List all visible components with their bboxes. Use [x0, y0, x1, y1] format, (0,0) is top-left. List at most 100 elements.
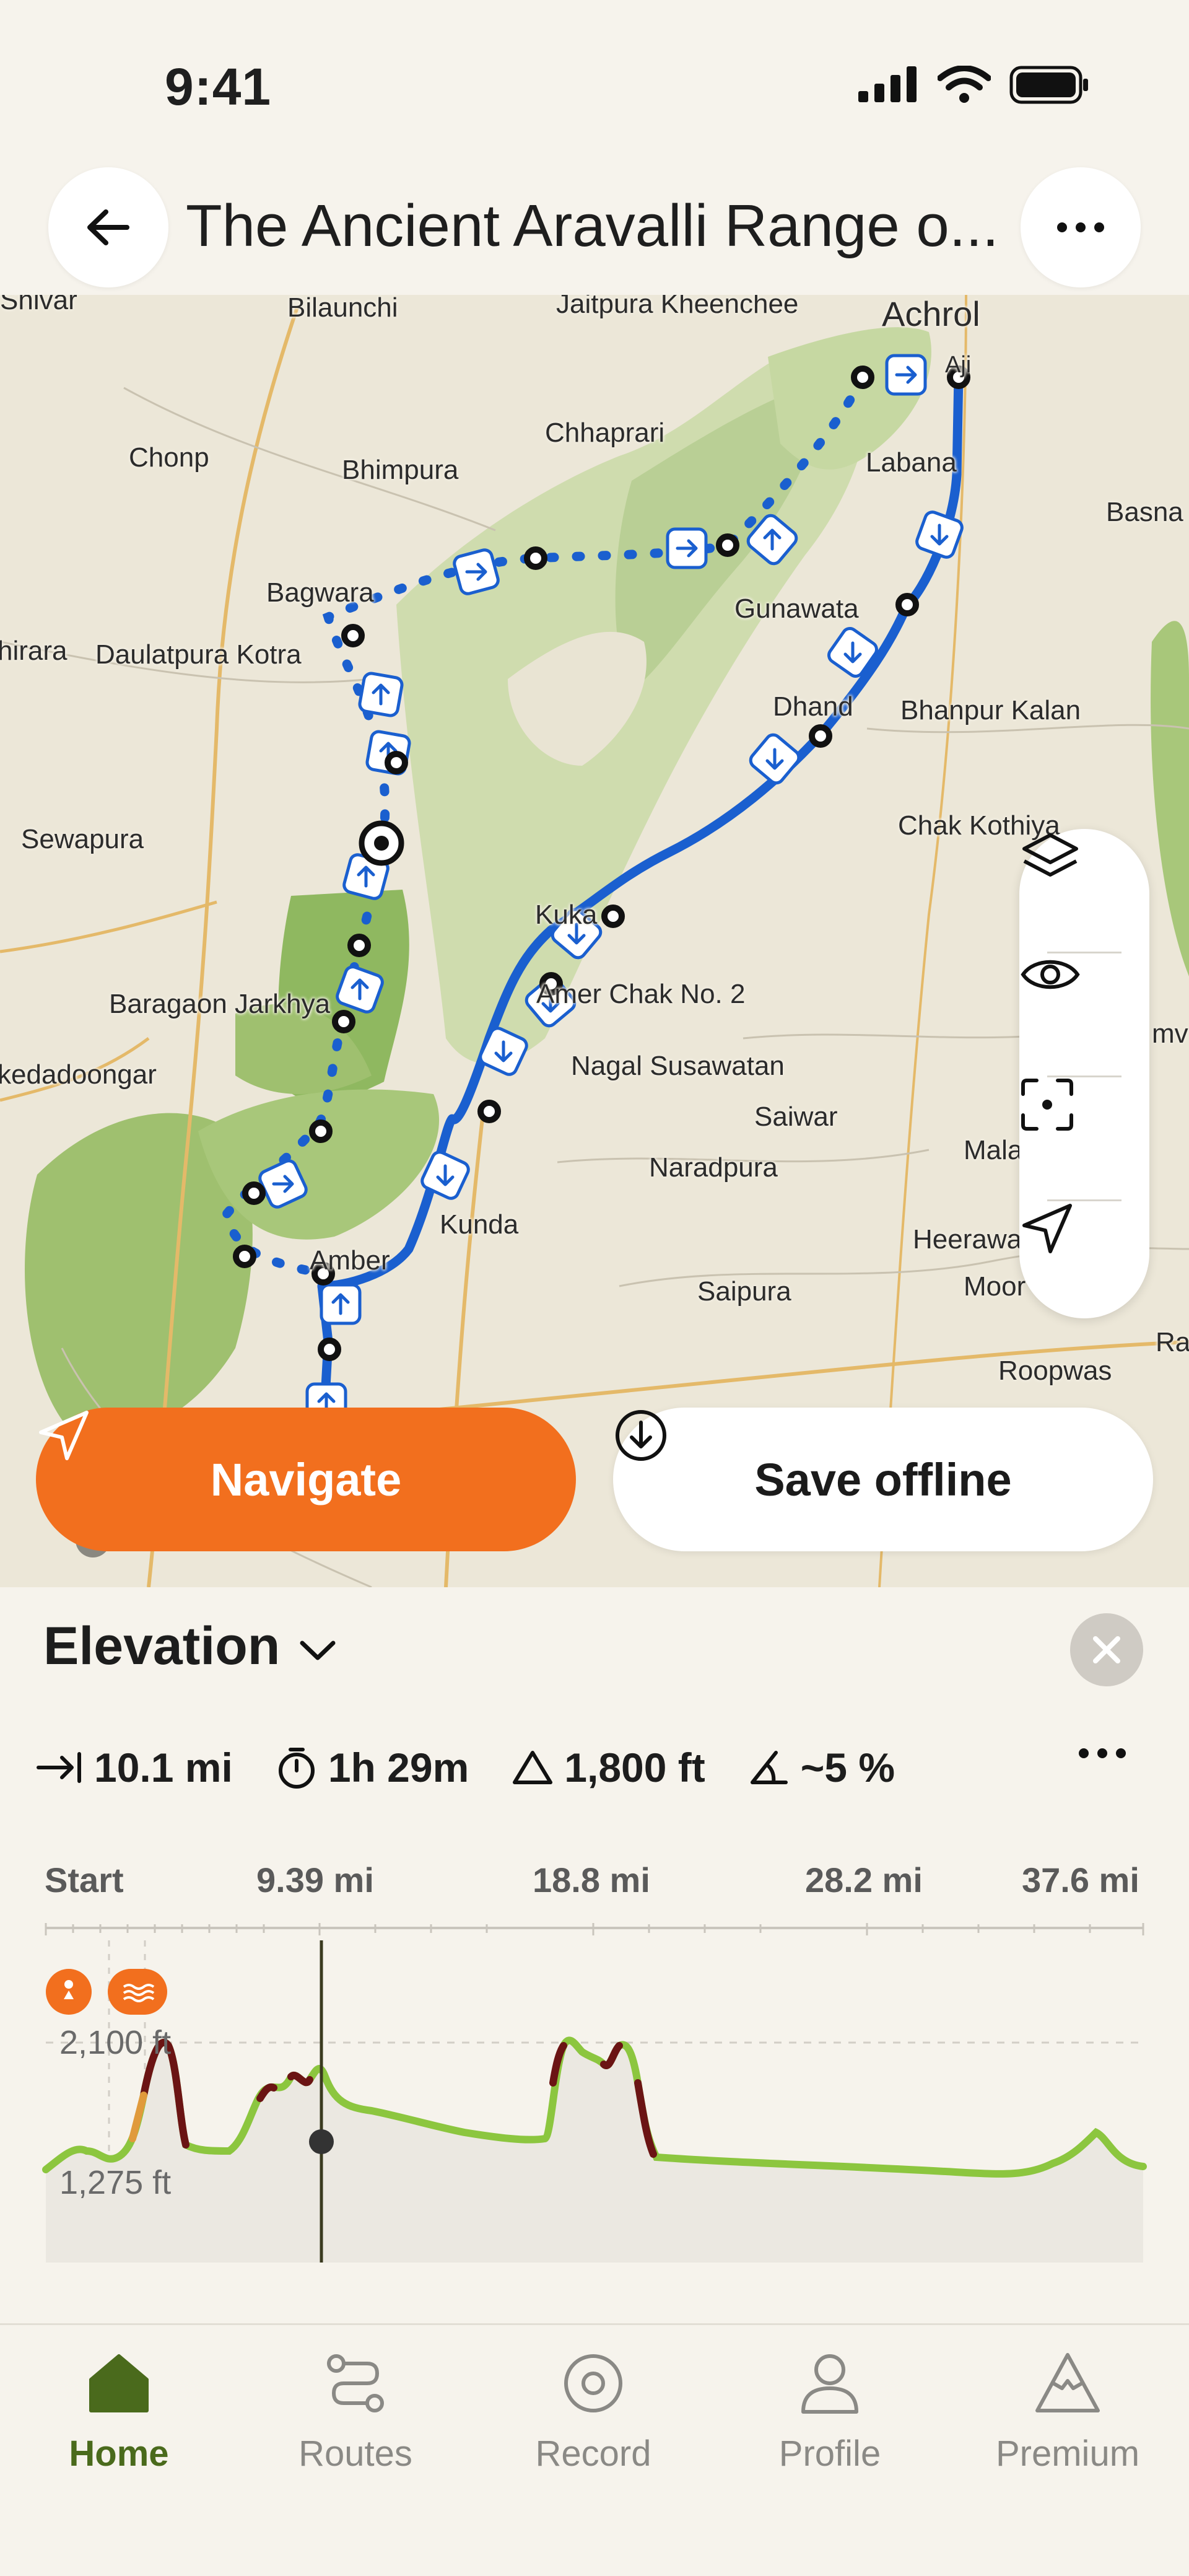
save-offline-label: Save offline	[754, 1453, 1012, 1505]
map-controls	[1019, 829, 1149, 1318]
back-button[interactable]	[48, 167, 168, 287]
elevation-panel: Elevation 10.1 mi 1h 29m 1,800 ft ~5 % S…	[0, 1587, 1189, 2323]
map-place-label: Sewapura	[21, 824, 144, 854]
tab-profile-label: Profile	[778, 2434, 881, 2474]
header: The Ancient Aravalli Range o...	[0, 167, 1189, 295]
mountain-peak-icon	[1035, 2353, 1100, 2412]
elevation-min-label: 1,275 ft	[59, 2164, 172, 2201]
map-place-label: kedadoongar	[0, 1059, 157, 1090]
map-view[interactable]: Shivar Bilaunchi Jaitpura Kheenchee Achr…	[0, 295, 1189, 1587]
map-place-label: Nagal Susawatan	[571, 1051, 785, 1081]
focus-frame-icon	[1021, 1079, 1073, 1131]
layers-icon	[1022, 833, 1078, 877]
tab-routes[interactable]: Routes	[263, 2351, 448, 2474]
map-place-label: Jaitpura Kheenchee	[556, 295, 799, 319]
tab-premium[interactable]: Premium	[975, 2351, 1161, 2474]
hiker-icon	[64, 1980, 74, 1999]
close-elevation-button[interactable]	[1070, 1613, 1143, 1686]
profile-icon	[801, 2354, 858, 2414]
tab-home[interactable]: Home	[26, 2351, 212, 2474]
stat-distance: 10.1 mi	[36, 1744, 233, 1791]
chevron-down-icon[interactable]	[297, 1638, 338, 1663]
stat-distance-value: 10.1 mi	[94, 1745, 233, 1790]
cellular-signal-icon	[858, 66, 917, 102]
battery-icon	[1009, 66, 1088, 104]
ellipsis-icon	[1057, 222, 1104, 232]
map-place-label: Labana	[866, 447, 957, 478]
wifi-icon	[938, 66, 991, 103]
map-place-label: Aji	[945, 352, 972, 378]
stat-duration-value: 1h 29m	[328, 1745, 469, 1790]
water-icon	[123, 1984, 155, 2002]
close-icon	[1093, 1636, 1120, 1663]
map-place-label: Amer Chak No. 2	[536, 979, 746, 1009]
eye-icon	[1021, 960, 1080, 989]
tab-profile[interactable]: Profile	[737, 2351, 923, 2474]
status-icons	[857, 66, 1090, 104]
map-place-label: Dhand	[773, 691, 853, 722]
status-time: 9:41	[165, 58, 272, 116]
map-layers-button[interactable]	[1019, 829, 1149, 953]
save-offline-button[interactable]: Save offline	[613, 1408, 1153, 1551]
stats-more-icon[interactable]	[1078, 1747, 1127, 1759]
map-place-label: mv	[1152, 1019, 1188, 1049]
map-place-label: Mala	[964, 1135, 1023, 1165]
status-bar: 9:41	[0, 0, 1189, 167]
map-place-label: Shivar	[0, 295, 77, 315]
routes-icon	[327, 2354, 384, 2412]
tab-premium-label: Premium	[995, 2434, 1140, 2474]
map-place-label: Moor	[964, 1271, 1026, 1302]
map-place-label: Heerawa	[913, 1224, 1022, 1255]
map-place-label: hirara	[0, 636, 68, 666]
poi-hiker-badge[interactable]	[46, 1969, 92, 2015]
map-place-label: Basna	[1106, 497, 1183, 527]
map-place-label: Amber	[310, 1245, 390, 1276]
distance-icon	[37, 1752, 81, 1783]
elevation-max-label: 2,100 ft	[59, 2024, 172, 2061]
navigate-button[interactable]: Navigate	[36, 1408, 576, 1551]
map-place-label: Baragaon Jarkhya	[109, 989, 331, 1019]
elevation-title: Elevation	[43, 1616, 281, 1676]
stat-grade: ~5 %	[749, 1744, 895, 1791]
map-place-label: Naradpura	[649, 1152, 778, 1183]
map-place-label: Achrol	[882, 295, 980, 333]
recenter-button[interactable]	[1019, 1077, 1149, 1201]
elevation-profile[interactable]	[0, 1860, 1189, 2293]
navigate-label: Navigate	[210, 1453, 402, 1505]
tab-record[interactable]: Record	[500, 2351, 686, 2474]
my-location-button[interactable]	[1019, 1201, 1149, 1325]
download-circle-icon	[616, 1410, 666, 1461]
map-place-label: Bhimpura	[342, 455, 459, 485]
map-place-label: Kunda	[440, 1209, 519, 1240]
poi-water-badge[interactable]	[108, 1969, 167, 2015]
stat-ascent-value: 1,800 ft	[564, 1745, 705, 1790]
bottom-tab-bar: Home Routes Record Profile Premium	[0, 2323, 1189, 2576]
location-arrow-icon	[1022, 1204, 1072, 1253]
map-place-label: Chonp	[129, 442, 209, 473]
page-title: The Ancient Aravalli Range o...	[186, 193, 997, 259]
map-place-label: Kuka	[535, 900, 598, 930]
tab-record-label: Record	[535, 2434, 651, 2474]
stopwatch-icon	[278, 1748, 315, 1789]
more-options-button[interactable]	[1021, 167, 1141, 287]
map-place-label: Ra	[1156, 1327, 1189, 1357]
record-icon	[564, 2354, 622, 2412]
grade-angle-icon	[750, 1751, 788, 1784]
arrow-left-icon	[87, 209, 129, 245]
stat-ascent: 1,800 ft	[512, 1744, 705, 1791]
map-place-label: Bilaunchi	[287, 295, 398, 323]
navigation-arrow-icon	[39, 1411, 89, 1460]
route-stats: 10.1 mi 1h 29m 1,800 ft ~5 %	[36, 1733, 938, 1802]
map-place-label: Bagwara	[266, 577, 374, 608]
ascent-triangle-icon	[513, 1751, 553, 1784]
stat-duration: 1h 29m	[276, 1744, 469, 1791]
map-place-label: Saipura	[697, 1276, 791, 1307]
map-place-label: Daulatpura Kotra	[95, 639, 302, 670]
map-place-label: Roopwas	[998, 1356, 1112, 1386]
tab-home-label: Home	[69, 2434, 169, 2474]
map-place-label: Gunawata	[734, 594, 859, 624]
home-icon	[89, 2354, 149, 2412]
map-canvas[interactable]	[0, 295, 1189, 1587]
elevation-chart[interactable]: Start 9.39 mi 18.8 mi 28.2 mi 37.6 mi 2,…	[0, 1860, 1189, 2293]
visibility-button[interactable]	[1019, 953, 1149, 1077]
